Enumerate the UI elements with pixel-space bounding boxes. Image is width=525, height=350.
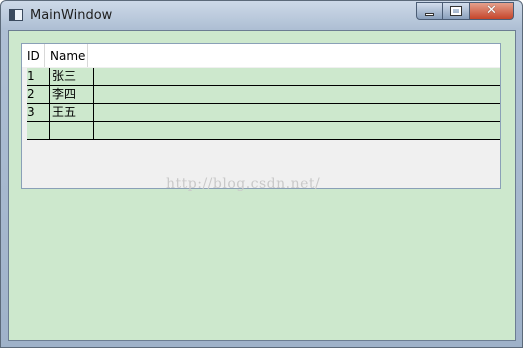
- cell-id[interactable]: [27, 122, 50, 139]
- cell-name[interactable]: 王五: [50, 104, 94, 121]
- watermark-text: http://blog.csdn.net/: [166, 176, 321, 192]
- close-icon: ✕: [486, 3, 497, 18]
- cell-id[interactable]: 1: [27, 68, 50, 85]
- column-header-id[interactable]: ID: [22, 44, 44, 67]
- window-title: MainWindow: [30, 8, 113, 23]
- table-row-new[interactable]: [27, 122, 500, 140]
- main-window: MainWindow ✕ ID Name 1 张三 2 李四 3 王五: [0, 0, 523, 348]
- table-row[interactable]: 1 张三: [27, 68, 500, 86]
- table-row[interactable]: 3 王五: [27, 104, 500, 122]
- data-grid[interactable]: ID Name 1 张三 2 李四 3 王五: [21, 43, 501, 189]
- table-row[interactable]: 2 李四: [27, 86, 500, 104]
- cell-id[interactable]: 3: [27, 104, 50, 121]
- maximize-button[interactable]: [443, 2, 470, 20]
- close-button[interactable]: ✕: [470, 2, 514, 20]
- title-bar[interactable]: MainWindow ✕: [1, 1, 522, 31]
- cell-name[interactable]: [50, 122, 94, 139]
- minimize-button[interactable]: [416, 2, 443, 20]
- column-header-name[interactable]: Name: [44, 44, 88, 67]
- cell-name[interactable]: 张三: [50, 68, 94, 85]
- grid-header-row: ID Name: [22, 44, 500, 67]
- cell-id[interactable]: 2: [27, 86, 50, 103]
- maximize-icon: [450, 6, 462, 16]
- cell-name[interactable]: 李四: [50, 86, 94, 103]
- minimize-icon: [425, 13, 434, 16]
- window-app-icon[interactable]: [9, 9, 23, 21]
